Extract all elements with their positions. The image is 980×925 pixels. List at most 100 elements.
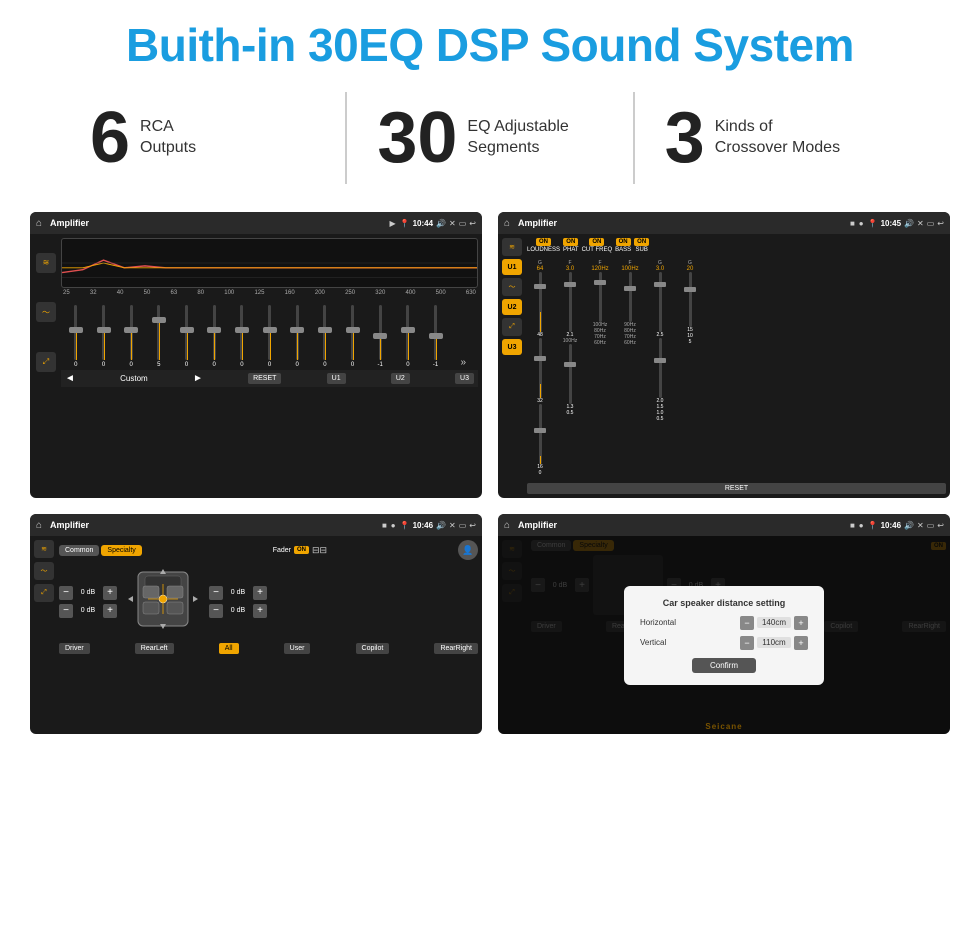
eq-u1-button[interactable]: U1	[327, 373, 346, 384]
amp-rect-icon: ▭	[927, 219, 935, 228]
cutfreq-toggle[interactable]: ON CUT FREQ	[582, 238, 613, 253]
fl-plus-btn[interactable]: +	[103, 586, 117, 600]
fader-expand-icon[interactable]: ⤢	[34, 584, 54, 602]
copilot-button[interactable]: Copilot	[356, 643, 390, 654]
fader-sliders-icon: ⊟⊟	[312, 545, 327, 556]
eq-prev-button[interactable]: ◄	[65, 373, 75, 384]
amp-expand-icon[interactable]: ⤢	[502, 318, 522, 336]
fader-10: 0	[340, 305, 366, 368]
eq-reset-button[interactable]: RESET	[248, 373, 281, 384]
fader-4: 0	[174, 305, 200, 368]
amp-screen-bar: ⌂ Amplifier ■ ● 📍 10:45 🔊 ✕ ▭ ↩	[498, 212, 950, 234]
rr-plus-btn[interactable]: +	[253, 604, 267, 618]
eq-u2-button[interactable]: U2	[391, 373, 410, 384]
vertical-minus-btn[interactable]: −	[740, 636, 754, 650]
loudness-toggle[interactable]: ON LOUDNESS	[527, 238, 560, 253]
rear-right-button[interactable]: RearRight	[434, 643, 478, 654]
dialog-horizontal-row: Horizontal − 140cm +	[640, 616, 808, 630]
fader-7: 0	[257, 305, 283, 368]
dialog-title-bar: Amplifier	[518, 520, 846, 530]
eq-play-icon: ▶	[389, 219, 395, 228]
eq-mode-label: Custom	[120, 374, 148, 383]
phat-toggle[interactable]: ON PHAT	[563, 238, 579, 253]
vertical-value: 110cm	[757, 637, 791, 648]
amp-ch5: G 3.0 2.5 2.0 1.5 1.0 0.5	[647, 260, 673, 422]
fader-2: 0	[118, 305, 144, 368]
amp-reset-button[interactable]: RESET	[527, 483, 946, 494]
fader-5: 0	[201, 305, 227, 368]
fader-9: 0	[312, 305, 338, 368]
eq-expand-icon[interactable]: ⤢	[36, 352, 56, 372]
rl-plus-btn[interactable]: +	[103, 604, 117, 618]
driver-button[interactable]: Driver	[59, 643, 90, 654]
vertical-plus-btn[interactable]: +	[794, 636, 808, 650]
dialog-home-icon[interactable]: ⌂	[504, 520, 510, 531]
amp-rec-icon: ■	[850, 219, 855, 228]
eq-next-button[interactable]: ►	[193, 373, 203, 384]
fader-arrow[interactable]: »	[450, 357, 476, 368]
eq-eq-icon[interactable]: ≋	[36, 253, 56, 273]
fader-on-toggle[interactable]: ON	[294, 546, 309, 554]
fader-fr-control: − 0 dB + − 0 dB +	[209, 586, 267, 618]
fader-13: -1	[423, 305, 449, 368]
dialog-screen: ⌂ Amplifier ■ ● 📍 10:46 🔊 ✕ ▭ ↩ ≋ 〜 ⤢	[498, 514, 950, 734]
eq-status-icons: 📍 10:44 🔊 ✕ ▭ ↩	[400, 219, 476, 228]
fl-minus-btn[interactable]: −	[59, 586, 73, 600]
fader-left-controls: ≋ 〜 ⤢	[30, 536, 54, 658]
eq-left-controls: ≋ 〜 ⤢	[34, 238, 58, 387]
amp-dot-icon: ●	[859, 219, 864, 228]
amp-wave-icon[interactable]: 〜	[502, 278, 522, 296]
stat-rca: 6 RCA Outputs	[60, 92, 345, 184]
user-button[interactable]: User	[284, 643, 311, 654]
horizontal-ctrl: − 140cm +	[740, 616, 808, 630]
amp-home-icon[interactable]: ⌂	[504, 218, 510, 229]
eq-freq-labels: 25 32 40 50 63 80 100 125 160 200 250 32…	[61, 290, 478, 296]
stat-crossover: 3 Kinds of Crossover Modes	[633, 92, 920, 184]
amp-time: 10:45	[881, 219, 901, 228]
horizontal-plus-btn[interactable]: +	[794, 616, 808, 630]
amp-ch4: F 100Hz 90Hz 80Hz 70Hz 60Hz	[617, 260, 643, 346]
rr-minus-btn[interactable]: −	[209, 604, 223, 618]
amp-u3-btn[interactable]: U3	[502, 339, 522, 355]
fader-3: 5	[146, 305, 172, 368]
rear-left-button[interactable]: RearLeft	[135, 643, 174, 654]
eq-vol-icon: 🔊	[436, 219, 446, 228]
eq-home-icon[interactable]: ⌂	[36, 218, 42, 229]
page-title: Buith-in 30EQ DSP Sound System	[20, 18, 960, 72]
fr-plus-btn[interactable]: +	[253, 586, 267, 600]
eq-wave-icon[interactable]: 〜	[36, 302, 56, 322]
dialog-dot-icon: ●	[859, 521, 864, 530]
fader-wave-icon[interactable]: 〜	[34, 562, 54, 580]
bass-toggle[interactable]: ON BASS	[615, 238, 631, 253]
confirm-button[interactable]: Confirm	[692, 658, 756, 673]
eq-u3-button[interactable]: U3	[455, 373, 474, 384]
amp-eq-icon[interactable]: ≋	[502, 238, 522, 256]
amp-back-icon: ↩	[937, 219, 944, 228]
amp-ch2: F 3.0 2.1 100Hz 1.3 0.5	[557, 260, 583, 416]
fader-home-icon[interactable]: ⌂	[36, 520, 42, 531]
fader-screen-bar: ⌂ Amplifier ■ ● 📍 10:46 🔊 ✕ ▭ ↩	[30, 514, 482, 536]
dialog-x-icon: ✕	[917, 521, 924, 530]
tab-common[interactable]: Common	[59, 545, 99, 556]
rl-value: 0 dB	[76, 607, 100, 614]
tab-specialty[interactable]: Specialty	[101, 545, 141, 556]
amp-toggle-row: ON LOUDNESS ON PHAT ON CUT FREQ ON BASS	[527, 238, 946, 253]
horizontal-minus-btn[interactable]: −	[740, 616, 754, 630]
fader-tabs: Common Specialty	[59, 545, 142, 556]
fader-eq-icon[interactable]: ≋	[34, 540, 54, 558]
screens-grid: ⌂ Amplifier ▶ 📍 10:44 🔊 ✕ ▭ ↩ ≋ 〜 ⤢	[0, 202, 980, 754]
all-button[interactable]: All	[219, 643, 239, 654]
amp-ch3: F 120Hz 100Hz 80Hz 70Hz 60Hz	[587, 260, 613, 346]
fader-rec-icon: ■	[382, 521, 387, 530]
fader-diagram-row: − 0 dB + − 0 dB +	[59, 564, 478, 639]
sub-toggle[interactable]: ON SUB	[634, 238, 649, 253]
fr-minus-btn[interactable]: −	[209, 586, 223, 600]
fader-status-icons: 📍 10:46 🔊 ✕ ▭ ↩	[400, 521, 476, 530]
amp-content: ≋ U1 〜 U2 ⤢ U3 ON LOUDNESS ON PHAT	[498, 234, 950, 498]
amp-u1-btn[interactable]: U1	[502, 259, 522, 275]
eq-pin-icon: 📍	[400, 219, 410, 228]
rl-minus-btn[interactable]: −	[59, 604, 73, 618]
amp-u2-btn[interactable]: U2	[502, 299, 522, 315]
fader-x-icon: ✕	[449, 521, 456, 530]
dialog-time: 10:46	[881, 521, 901, 530]
